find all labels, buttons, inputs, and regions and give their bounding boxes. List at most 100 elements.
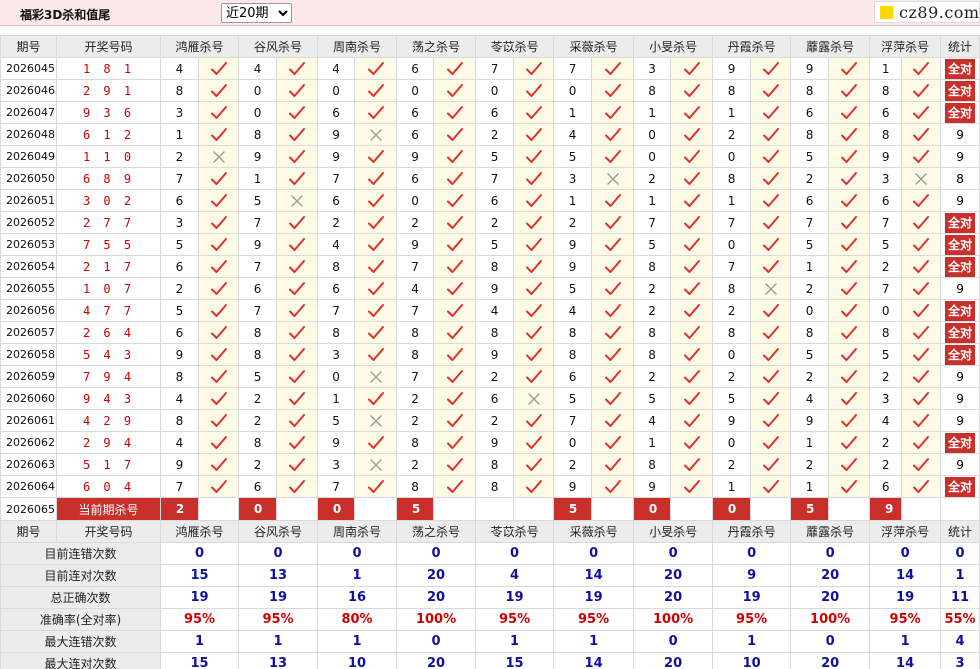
brand-square-icon [880, 6, 893, 19]
stat-cell: 全对 [940, 321, 980, 344]
check-icon [913, 61, 930, 75]
summary-value: 0 [396, 630, 477, 653]
kill-number: 8 [396, 431, 435, 454]
summary-value: 95% [159, 608, 240, 631]
correct-count: 9 [956, 369, 964, 384]
column-header: 期号 [0, 35, 57, 58]
kill-result [433, 409, 477, 432]
check-icon [446, 193, 463, 207]
kill-result [354, 211, 398, 234]
check-icon [913, 479, 930, 493]
kill-number: 2 [238, 387, 278, 410]
column-header: 苓苡杀号 [475, 35, 555, 58]
kill-number: 2 [869, 255, 903, 278]
issue-number: 2026051 [0, 189, 57, 212]
kill-number: 8 [869, 321, 903, 344]
summary-value: 55% [940, 608, 980, 631]
kill-result [354, 233, 398, 256]
check-icon [762, 83, 779, 97]
kill-number: 8 [475, 255, 515, 278]
check-icon [525, 303, 542, 317]
kill-number: 2 [633, 167, 672, 190]
kill-result [513, 453, 555, 476]
check-icon [525, 325, 542, 339]
stat-cell: 9 [940, 145, 980, 168]
kill-number: 9 [475, 277, 515, 300]
check-icon [913, 149, 930, 163]
kill-number: 8 [633, 343, 672, 366]
kill-number: 6 [396, 123, 435, 146]
issue-number: 2026049 [0, 145, 57, 168]
check-icon [289, 369, 306, 383]
check-icon [683, 105, 700, 119]
check-icon [525, 237, 542, 251]
check-icon [446, 325, 463, 339]
check-icon [289, 259, 306, 273]
summary-value: 1 [159, 630, 240, 653]
kill-result [828, 321, 871, 344]
kill-result [670, 431, 714, 454]
summary-value: 0 [553, 542, 635, 565]
check-icon [289, 127, 306, 141]
check-icon [367, 325, 384, 339]
kill-number: 7 [475, 57, 515, 80]
kill-number: 7 [238, 255, 278, 278]
kill-result [670, 101, 714, 124]
kill-result [276, 321, 319, 344]
check-icon [841, 149, 858, 163]
kill-result [828, 189, 871, 212]
kill-number: 7 [869, 211, 903, 234]
check-icon [683, 237, 700, 251]
kill-number: 4 [317, 57, 356, 80]
kill-number: 2 [475, 365, 515, 388]
summary-value: 1 [238, 630, 319, 653]
kill-result [591, 475, 635, 498]
brand-logo[interactable]: cz89.com [874, 1, 980, 23]
kill-result [354, 79, 398, 102]
kill-result [828, 277, 871, 300]
summary-value: 0 [159, 542, 240, 565]
check-icon [841, 237, 858, 251]
column-header: 期号 [0, 520, 57, 543]
kill-result [197, 431, 240, 454]
kill-result [828, 475, 871, 498]
summary-value: 95% [475, 608, 555, 631]
draw-digits: 4 2 9 [82, 413, 135, 428]
kill-result [354, 145, 398, 168]
check-icon [289, 325, 306, 339]
kill-result [750, 277, 792, 300]
check-icon [604, 325, 621, 339]
check-icon [210, 105, 227, 119]
summary-value: 1 [475, 630, 555, 653]
check-icon [913, 435, 930, 449]
kill-result [828, 211, 871, 234]
kill-number: 8 [475, 453, 515, 476]
current-kill-spacer [591, 497, 635, 521]
kill-result [828, 123, 871, 146]
check-icon [210, 479, 227, 493]
summary-value: 20 [790, 586, 871, 609]
column-header: 苓苡杀号 [475, 520, 555, 543]
kill-result [591, 101, 635, 124]
summary-value: 1 [317, 564, 398, 587]
kill-result [901, 475, 942, 498]
kill-result [276, 277, 319, 300]
current-kill-cell: 5 [790, 497, 830, 521]
kill-result [513, 101, 555, 124]
kill-result [828, 365, 871, 388]
check-icon [604, 149, 621, 163]
kill-result [901, 277, 942, 300]
kill-result [750, 145, 792, 168]
kill-result [354, 123, 398, 146]
summary-value: 13 [238, 564, 319, 587]
kill-number: 8 [396, 321, 435, 344]
kill-result [828, 255, 871, 278]
summary-label: 准确率(全对率) [0, 608, 161, 631]
kill-result [354, 167, 398, 190]
kill-number: 4 [553, 299, 593, 322]
check-icon [913, 457, 930, 471]
summary-value: 1 [317, 630, 398, 653]
check-icon [762, 61, 779, 75]
period-select[interactable]: 近20期 [221, 3, 292, 23]
summary-value: 19 [238, 586, 319, 609]
